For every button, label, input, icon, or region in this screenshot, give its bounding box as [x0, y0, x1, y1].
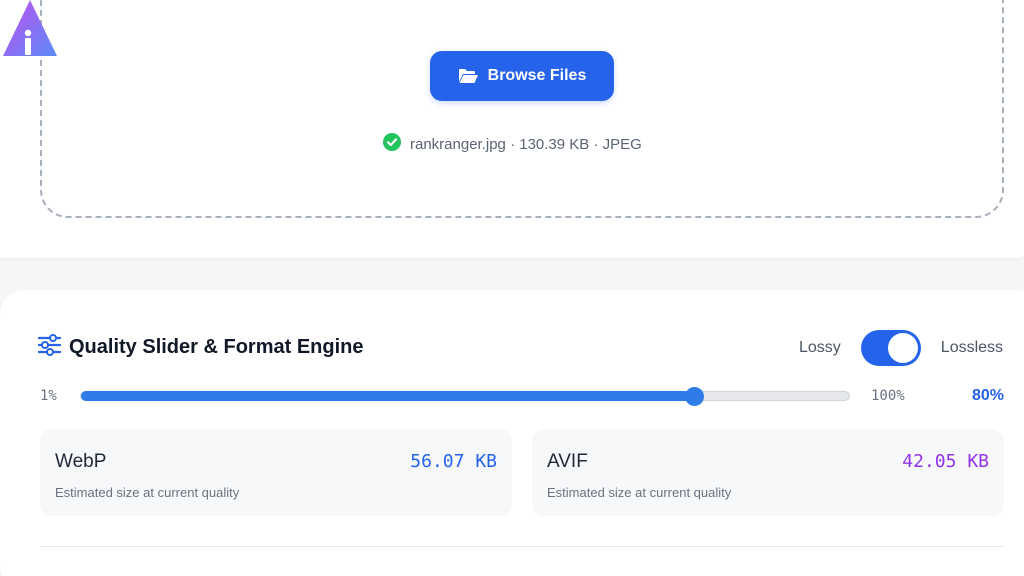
file-info-text: rankranger.jpg · 130.39 KB · JPEG: [410, 135, 642, 153]
folder-open-icon: [458, 68, 479, 84]
lossless-label: Lossless: [940, 339, 1004, 356]
slider-thumb[interactable]: [684, 387, 704, 406]
format-card-avif: AVIF 42.05 KB Estimated size at current …: [532, 429, 1004, 516]
quality-slider-row: 1% 100% 80%: [40, 385, 1004, 409]
sliders-icon: [37, 334, 62, 361]
check-circle-icon: [383, 133, 401, 155]
app-logo: [3, 0, 57, 56]
range-max-label: 100%: [871, 388, 905, 404]
selected-file-info: rankranger.jpg · 130.39 KB · JPEG: [383, 133, 642, 155]
dropzone[interactable]: [40, 0, 1004, 218]
browse-files-label: Browse Files: [487, 67, 587, 84]
mode-toggle-group: Lossy Lossless: [799, 330, 1003, 366]
quality-title: Quality Slider & Format Engine: [69, 336, 364, 358]
range-min-label: 1%: [40, 388, 57, 404]
toggle-knob: [887, 333, 918, 363]
lossy-label: Lossy: [799, 339, 841, 356]
format-name: WebP: [55, 451, 107, 472]
divider: [40, 546, 1004, 547]
format-size: 42.05 KB: [902, 451, 989, 472]
lossless-toggle[interactable]: [860, 330, 921, 366]
format-note: Estimated size at current quality: [547, 485, 732, 500]
quality-header: Quality Slider & Format Engine: [37, 334, 364, 361]
quality-slider[interactable]: [80, 387, 850, 406]
slider-fill: [81, 391, 694, 401]
browse-files-button[interactable]: Browse Files: [430, 51, 614, 101]
quality-value: 80%: [971, 387, 1004, 404]
format-name: AVIF: [547, 451, 588, 472]
format-size: 56.07 KB: [410, 451, 497, 472]
format-note: Estimated size at current quality: [55, 485, 240, 500]
format-card-webp: WebP 56.07 KB Estimated size at current …: [40, 429, 512, 516]
